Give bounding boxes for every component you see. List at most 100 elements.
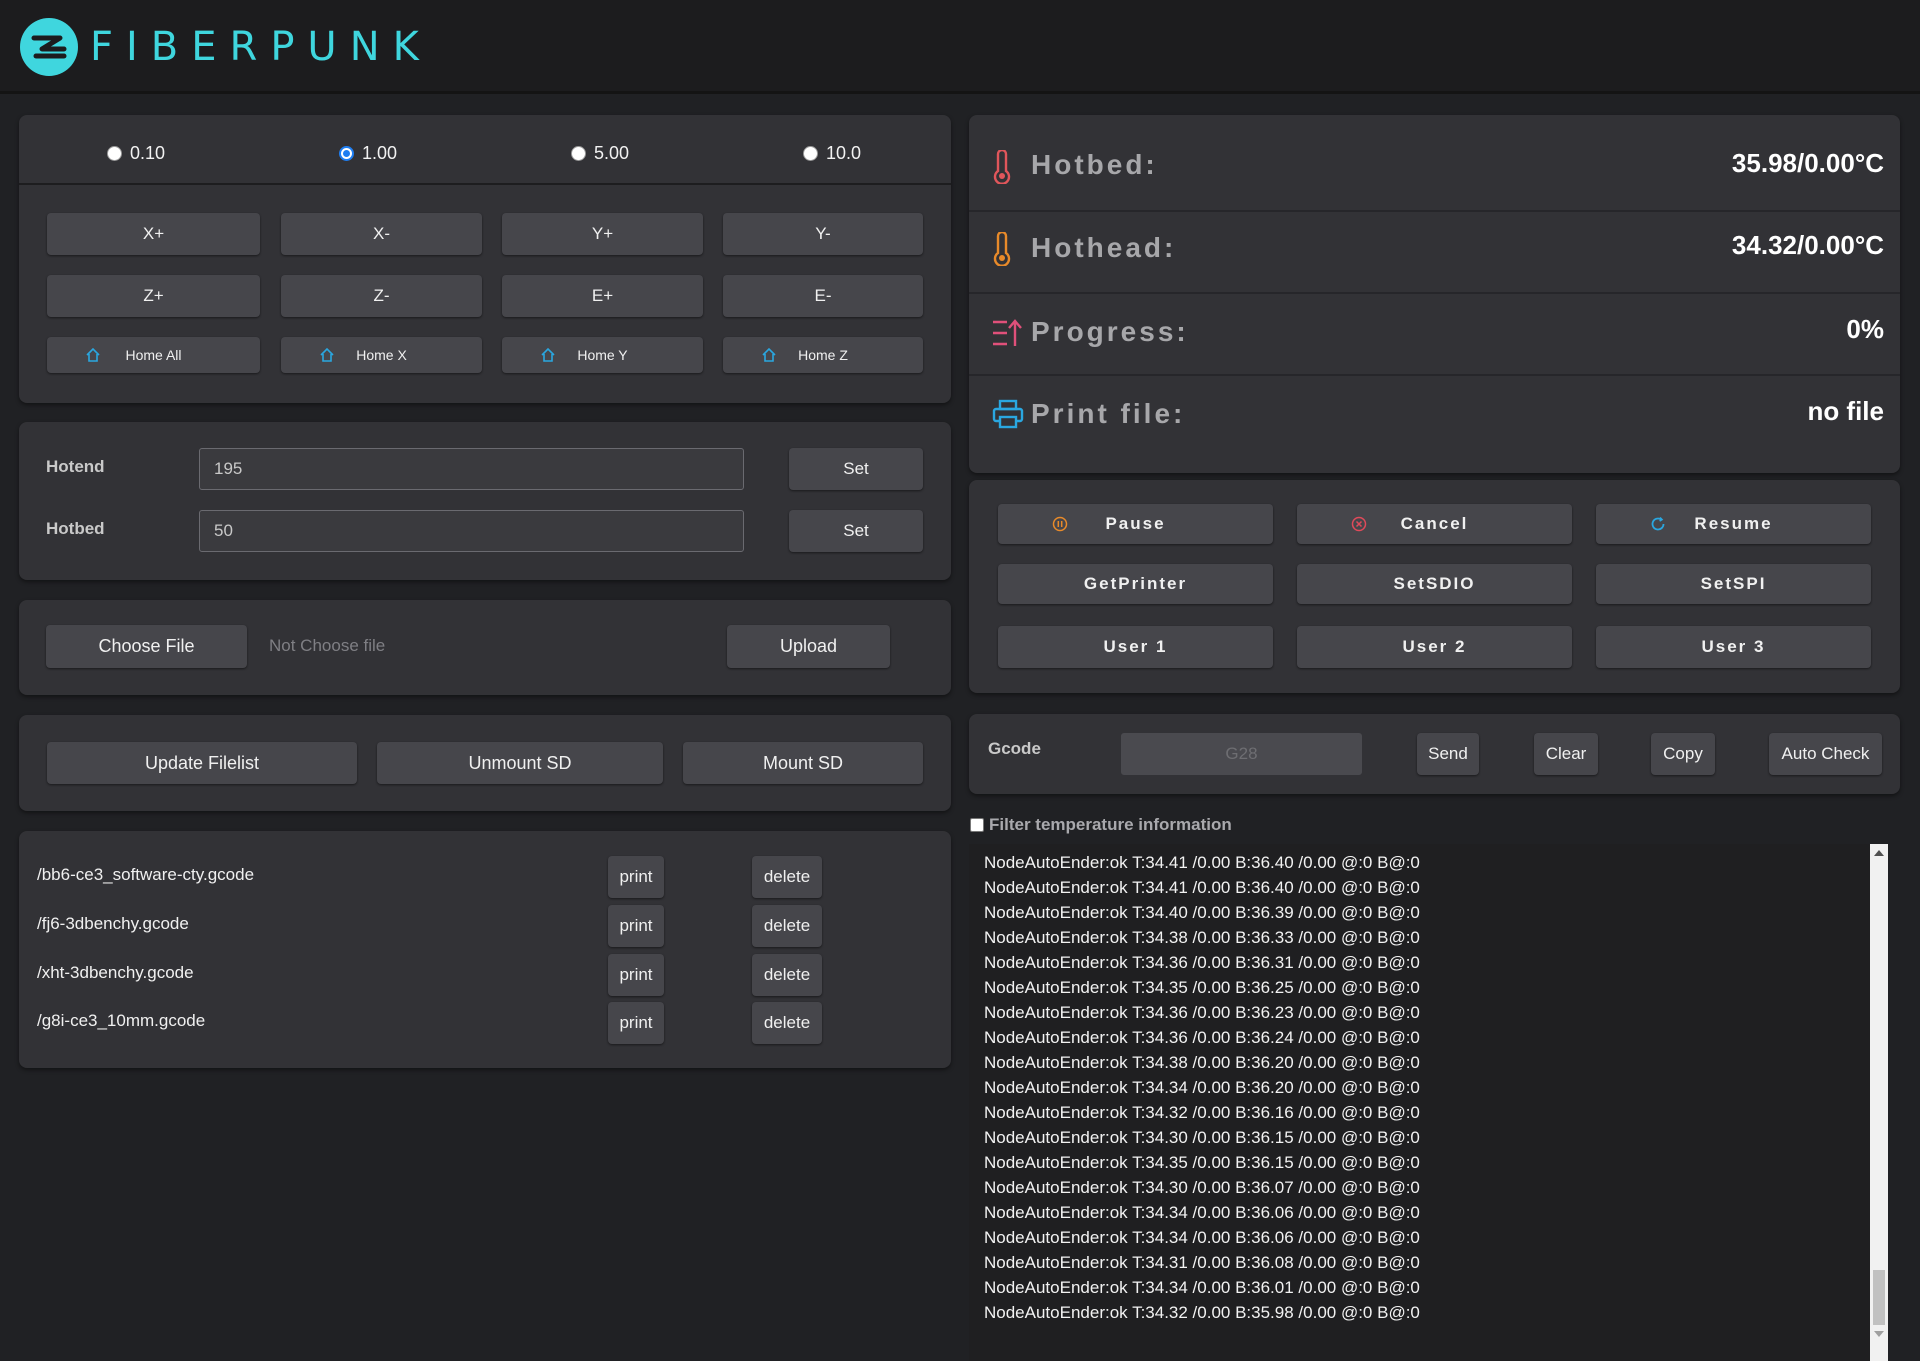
move-y-minus-button[interactable]: Y- [723,213,923,255]
hotend-input[interactable]: 195 [199,448,744,490]
progress-status-label: Progress: [1031,316,1189,347]
console-scroll-thumb[interactable] [1873,1270,1885,1325]
delete-button[interactable]: delete [752,856,822,898]
print-button[interactable]: print [608,905,664,947]
printfile-status-row: Print file: no file [969,376,1900,473]
choose-file-button[interactable]: Choose File [46,625,247,668]
move-x-plus-button[interactable]: X+ [47,213,260,255]
getprinter-button[interactable]: GetPrinter [998,564,1273,604]
move-y-plus-button[interactable]: Y+ [502,213,703,255]
home-icon [762,347,776,362]
mount-sd-button[interactable]: Mount SD [683,742,923,784]
scroll-up-arrow-icon[interactable] [1874,850,1884,856]
step-label: 10.0 [826,143,862,163]
radio-button[interactable] [107,146,122,161]
gcode-input[interactable]: G28 [1121,733,1362,775]
resume-button[interactable]: Resume [1596,504,1871,544]
console-line: NodeAutoEnder:ok T:34.30 /0.00 B:36.15 /… [984,1128,1420,1147]
move-e-minus-button[interactable]: E- [723,275,923,317]
hotend-label: Hotend [46,457,105,476]
hotbed-input[interactable]: 50 [199,510,744,552]
auto-check-button[interactable]: Auto Check [1769,733,1882,775]
send-button[interactable]: Send [1417,733,1479,775]
console-line: NodeAutoEnder:ok T:34.30 /0.00 B:36.07 /… [984,1178,1420,1197]
copy-button[interactable]: Copy [1651,733,1715,775]
thermometer-icon [993,150,1011,184]
console-line: NodeAutoEnder:ok T:34.41 /0.00 B:36.40 /… [984,878,1420,897]
cancel-button[interactable]: Cancel [1297,504,1572,544]
print-button[interactable]: print [608,856,664,898]
step-option-5-00[interactable]: 5.00 [571,143,629,164]
update-filelist-button[interactable]: Update Filelist [47,742,357,784]
home-icon [86,347,100,362]
unmount-sd-button[interactable]: Unmount SD [377,742,663,784]
home-y-button[interactable]: Home Y [502,337,703,373]
status-panel: Hotbed: 35.98/0.00°C Hothead: 34.32/0.00… [969,115,1900,473]
hothead-status-row: Hothead: 34.32/0.00°C [969,212,1900,294]
progress-status-value: 0% [1846,314,1884,344]
refresh-icon [1651,516,1665,531]
cancel-icon [1351,516,1367,532]
console-line: NodeAutoEnder:ok T:34.34 /0.00 B:36.20 /… [984,1078,1420,1097]
gcode-label: Gcode [988,739,1041,758]
console-line: NodeAutoEnder:ok T:34.31 /0.00 B:36.08 /… [984,1253,1420,1272]
console-line: NodeAutoEnder:ok T:34.40 /0.00 B:36.39 /… [984,903,1420,922]
user-3-button[interactable]: User 3 [1596,626,1871,668]
step-option-1-00[interactable]: 1.00 [339,143,397,164]
printer-icon [992,399,1024,429]
file-name: /g8i-ce3_10mm.gcode [37,1011,206,1030]
user-2-button[interactable]: User 2 [1297,626,1572,668]
set-hotend-button[interactable]: Set [789,448,923,490]
move-z-plus-button[interactable]: Z+ [47,275,260,317]
delete-button[interactable]: delete [752,1002,822,1044]
clear-button[interactable]: Clear [1534,733,1598,775]
file-status-text: Not Choose file [269,636,386,655]
delete-button[interactable]: delete [752,905,822,947]
console-line: NodeAutoEnder:ok T:34.38 /0.00 B:36.20 /… [984,1053,1420,1072]
console-line: NodeAutoEnder:ok T:34.34 /0.00 B:36.01 /… [984,1278,1420,1297]
radio-button[interactable] [571,146,586,161]
step-option-0-10[interactable]: 0.10 [107,143,165,164]
console-line: NodeAutoEnder:ok T:34.38 /0.00 B:36.33 /… [984,928,1420,947]
scroll-down-arrow-icon[interactable] [1874,1331,1884,1337]
hothead-status-value: 34.32/0.00°C [1731,230,1884,260]
home-icon [320,347,334,362]
delete-button[interactable]: delete [752,954,822,996]
file-list-panel: /bb6-ce3_software-cty.gcode print delete… [19,831,951,1068]
home-all-button[interactable]: Home All [47,337,260,373]
setspi-button[interactable]: SetSPI [1596,564,1871,604]
upload-panel: Choose File Not Choose file Upload [19,600,951,695]
move-e-plus-button[interactable]: E+ [502,275,703,317]
move-x-minus-button[interactable]: X- [281,213,482,255]
step-option-10-0[interactable]: 10.0 [803,143,861,164]
home-z-button[interactable]: Home Z [723,337,923,373]
home-label: Home X [356,347,407,363]
radio-button-selected[interactable] [339,146,354,161]
setsdio-button[interactable]: SetSDIO [1297,564,1572,604]
user-1-button[interactable]: User 1 [998,626,1273,668]
print-button[interactable]: print [608,1002,664,1044]
console-line: NodeAutoEnder:ok T:34.35 /0.00 B:36.15 /… [984,1153,1420,1172]
app-header: FIBERPUNK [0,0,1920,94]
hothead-status-label: Hothead: [1031,232,1177,263]
printfile-status-value: no file [1807,396,1884,426]
upload-button[interactable]: Upload [727,625,890,668]
fiberpunk-logo-icon [20,18,78,76]
progress-icon [993,319,1022,346]
filter-checkbox[interactable] [970,818,984,832]
print-button[interactable]: print [608,954,664,996]
pause-button[interactable]: Pause [998,504,1273,544]
step-label: 0.10 [130,143,166,163]
hotbed-status-row: Hotbed: 35.98/0.00°C [969,115,1900,212]
move-z-minus-button[interactable]: Z- [281,275,482,317]
console-scrollbar[interactable] [1870,844,1888,1361]
filter-temperature-option[interactable]: Filter temperature information [970,815,1232,835]
set-hotbed-button[interactable]: Set [789,510,923,552]
resume-label: Resume [1694,514,1773,533]
home-x-button[interactable]: Home X [281,337,482,373]
console-log[interactable]: NodeAutoEnder:ok T:34.32 /0.00 B:35.98 /… [969,844,1888,1361]
radio-button[interactable] [803,146,818,161]
file-name: /xht-3dbenchy.gcode [37,963,194,982]
step-size-selector: 0.10 1.00 5.00 10.0 [19,115,951,185]
file-name: /bb6-ce3_software-cty.gcode [37,865,255,884]
